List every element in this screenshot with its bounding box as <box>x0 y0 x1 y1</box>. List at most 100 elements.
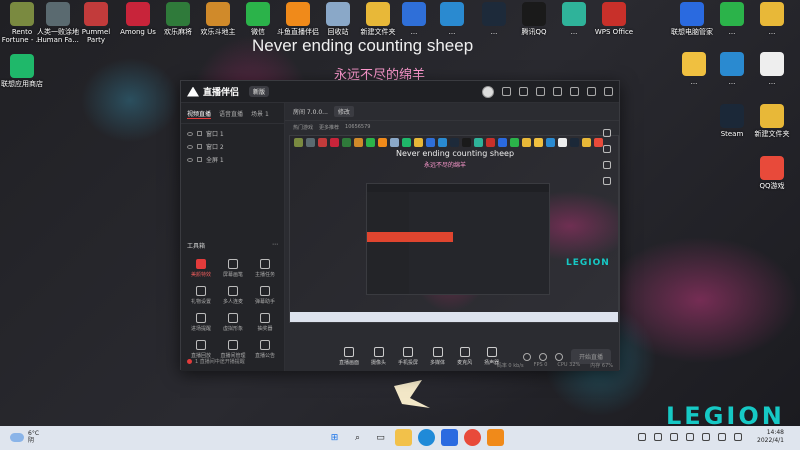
search-icon[interactable]: ⌕ <box>349 429 366 446</box>
gift-icon[interactable] <box>519 87 528 96</box>
desktop-shortcut[interactable]: 欢乐麻将 <box>156 2 200 36</box>
app-titlebar[interactable]: 直播伴侣 新版 <box>181 81 619 103</box>
desktop-shortcut[interactable]: Among Us <box>116 2 160 36</box>
toolbox-item[interactable]: 屏幕画笔 <box>217 259 249 278</box>
desktop-shortcut[interactable]: WPS Office <box>592 2 636 36</box>
tab-video-live[interactable]: 视频直播 <box>187 109 212 119</box>
toolbox-item[interactable]: 多人连麦 <box>217 286 249 305</box>
source-row[interactable]: 窗口 1 <box>187 127 278 140</box>
desktop-shortcut[interactable]: ... <box>750 52 794 86</box>
task-view-icon[interactable]: ▭ <box>372 429 389 446</box>
toolbox-item[interactable]: 礼物设置 <box>185 286 217 305</box>
source-tool-button[interactable]: 摄像头 <box>371 347 386 366</box>
desktop-shortcut[interactable]: 欢乐斗地主 <box>196 2 240 36</box>
toolbox-item[interactable]: 弹幕助手 <box>249 286 281 305</box>
nested-banner <box>367 232 453 242</box>
copy-icon[interactable] <box>603 161 611 169</box>
mahjong-icon <box>166 2 190 26</box>
desktop-shortcut[interactable]: ... <box>710 52 754 86</box>
desktop-shortcut[interactable]: QQ游戏 <box>750 156 794 190</box>
source-tool-button[interactable]: 手机投屏 <box>398 347 418 366</box>
desktop-shortcut[interactable]: 新建文件夹 <box>750 104 794 138</box>
volume-icon[interactable] <box>718 433 726 441</box>
edit-room-button[interactable]: 修改 <box>333 106 354 117</box>
store-icon[interactable] <box>441 429 458 446</box>
douyu-taskbar-icon[interactable] <box>487 429 504 446</box>
streaming-app-window[interactable]: 直播伴侣 新版 视频直播 语音直播 场景 1 窗口 1 窗口 2 全屏 1 工具… <box>180 80 620 371</box>
source-label: 窗口 1 <box>206 131 224 138</box>
preview-among-us-icon <box>330 138 339 147</box>
window-icon <box>197 131 202 136</box>
wifi-icon[interactable] <box>702 433 710 441</box>
tab-voice-live[interactable]: 语音直播 <box>219 109 243 119</box>
desktop-shortcut[interactable]: Steam <box>710 104 754 138</box>
preview-rento-fortune-icon <box>294 138 303 147</box>
visibility-icon[interactable] <box>187 131 193 136</box>
desktop-shortcut[interactable]: ... <box>750 2 794 36</box>
toolbox-item[interactable]: 主播任务 <box>249 259 281 278</box>
version-badge[interactable]: 新版 <box>249 86 270 97</box>
desktop-shortcut[interactable]: Pummel Party <box>74 2 118 44</box>
share-icon[interactable] <box>603 177 611 185</box>
source-row[interactable]: 全屏 1 <box>187 153 278 166</box>
help-icon[interactable] <box>538 352 547 361</box>
scene-source-list: 窗口 1 窗口 2 全屏 1 <box>181 124 284 169</box>
desktop-shortcut[interactable]: 斗鱼直播伴侣 <box>276 2 320 36</box>
tab-scene[interactable]: 场景 1 <box>251 109 269 119</box>
visibility-icon[interactable] <box>187 157 193 162</box>
toolbox-item[interactable]: 直播回放 <box>185 340 217 359</box>
category-tag[interactable]: 热门游戏 <box>293 124 313 131</box>
netease-music-icon[interactable] <box>464 429 481 446</box>
source-tool-button[interactable]: 直播画面 <box>339 347 359 366</box>
tray-app-icon[interactable] <box>654 433 662 441</box>
avatar[interactable] <box>482 85 494 98</box>
settings-gear-icon[interactable] <box>554 352 563 361</box>
battery-icon[interactable] <box>734 433 742 441</box>
desktop-shortcut[interactable]: 联想电脑管家 <box>670 2 714 36</box>
start-windows-icon[interactable]: ⊞ <box>326 429 343 446</box>
clock[interactable]: 14:48 2022/4/1 <box>754 429 784 445</box>
source-tool-button[interactable]: 多媒体 <box>430 347 445 366</box>
toolbox-item[interactable]: 直播公告 <box>249 340 281 359</box>
desktop-shortcut[interactable]: 回收站 <box>316 2 360 36</box>
toolbox-item[interactable]: 直播间管理 <box>217 340 249 359</box>
source-row[interactable]: 窗口 2 <box>187 140 278 153</box>
camera-toggle-icon[interactable] <box>522 352 531 361</box>
desktop-shortcut[interactable]: ... <box>430 2 474 36</box>
chevron-up-icon[interactable] <box>638 433 646 441</box>
toolbox-item[interactable]: 虚拟形象 <box>217 313 249 332</box>
maximize-icon[interactable] <box>587 87 596 96</box>
rento-fortune-icon <box>10 2 34 26</box>
shortcut-label: ... <box>768 28 776 36</box>
tray-app-icon[interactable] <box>670 433 678 441</box>
close-icon[interactable] <box>604 87 613 96</box>
taskbar: 6°C 阴 ⊞ ⌕ ▭ 14:48 2022/4/1 <box>0 426 800 450</box>
desktop-shortcut[interactable]: 微信 <box>236 2 280 36</box>
minimize-icon[interactable] <box>570 87 579 96</box>
app-name: 直播伴侣 <box>203 88 240 98</box>
recommend-link[interactable]: 更多推荐 <box>319 124 339 131</box>
weather-widget[interactable]: 6°C 阴 <box>10 430 39 444</box>
tool-icon <box>228 286 238 296</box>
menu-icon[interactable] <box>553 87 562 96</box>
toolbox-more-icon[interactable]: ⋯ <box>272 241 278 250</box>
toolbox-item[interactable]: 美颜特效 <box>185 259 217 278</box>
desktop-shortcut[interactable]: 腾讯QQ <box>512 2 556 36</box>
visibility-icon[interactable] <box>187 144 193 149</box>
lock-icon[interactable] <box>603 129 611 137</box>
edge-icon[interactable] <box>418 429 435 446</box>
tray-app-icon[interactable] <box>686 433 694 441</box>
settings-icon[interactable] <box>536 87 545 96</box>
desktop-shortcut[interactable]: ... <box>472 2 516 36</box>
live-preview[interactable]: Never ending counting sheep 永远不尽的绵羊 LEGI… <box>289 135 619 323</box>
desktop-shortcut[interactable]: 联想应用商店 <box>0 54 44 88</box>
toolbox-item[interactable]: 进场提醒 <box>185 313 217 332</box>
desktop-shortcut[interactable]: ... <box>710 2 754 36</box>
notice-bar[interactable]: 1 直播间中途开播提醒 <box>187 358 245 365</box>
recycle-bin-icon <box>326 2 350 26</box>
layer-icon[interactable] <box>603 145 611 153</box>
toolbox-item[interactable]: 抽奖器 <box>249 313 281 332</box>
desktop-shortcut[interactable]: ... <box>552 2 596 36</box>
file-explorer-icon[interactable] <box>395 429 412 446</box>
message-icon[interactable] <box>502 87 511 96</box>
